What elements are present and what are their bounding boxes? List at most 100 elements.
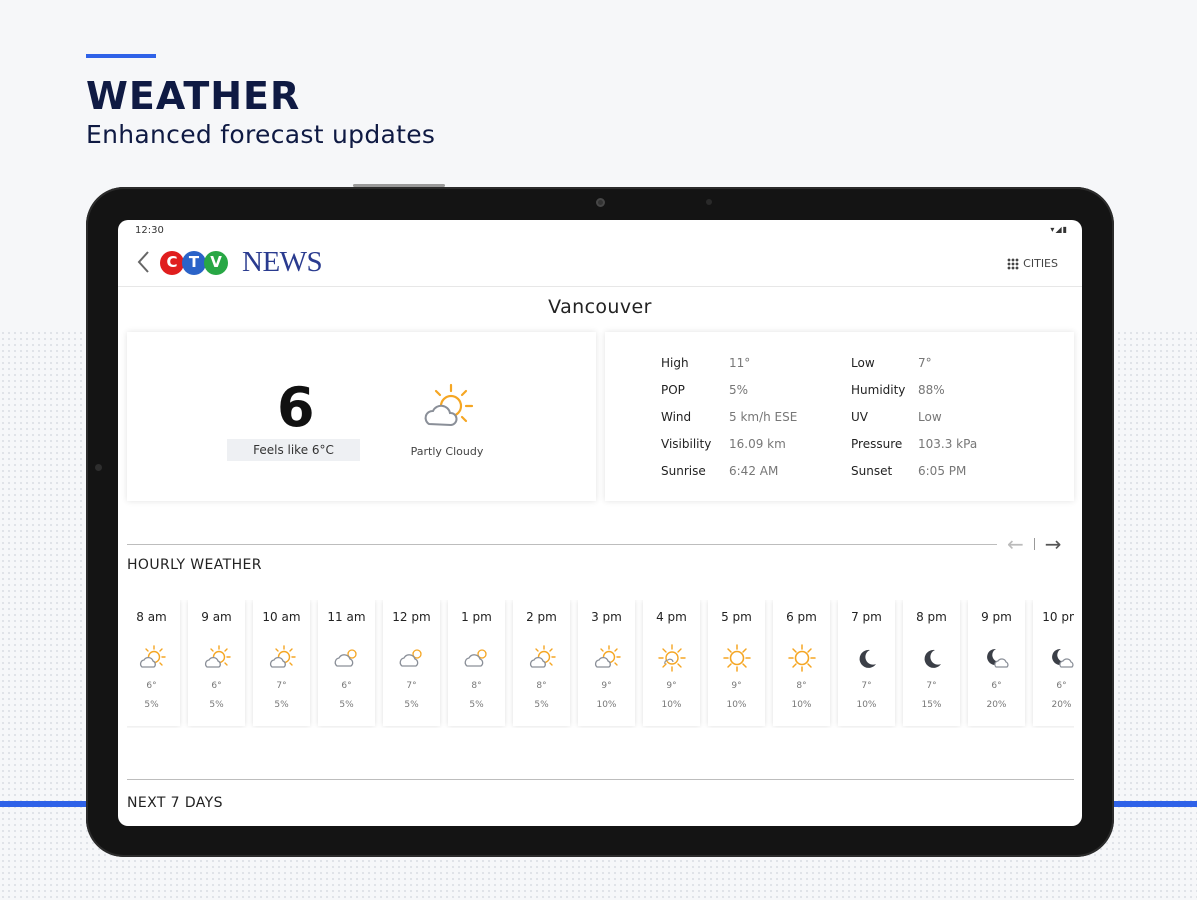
city-name: Vancouver (548, 296, 652, 318)
hourly-time: 10 am (262, 610, 301, 624)
pager-separator (1033, 538, 1035, 550)
hourly-card[interactable]: 2 pm 8° 5% (513, 600, 570, 726)
hourly-pop: 5% (469, 700, 484, 710)
hourly-card[interactable]: 10 am 7° 5% (253, 600, 310, 726)
detail-label: Wind (661, 410, 692, 424)
detail-value: 11° (729, 356, 751, 370)
detail-label: Pressure (851, 437, 903, 451)
hourly-card[interactable]: 6 pm 8° 10% (773, 600, 830, 726)
hourly-card[interactable]: 3 pm 9° 10% (578, 600, 635, 726)
details-card: High 11° Low 7° POP 5% Humidity 88% Wind… (605, 332, 1074, 501)
hourly-pop: 10% (726, 700, 747, 710)
hourly-pager: ← → (1007, 532, 1062, 556)
hourly-time: 10 pm (1042, 610, 1074, 624)
moon-cloud-icon (1048, 644, 1074, 672)
hourly-card[interactable]: 10 pm 6° 20% (1033, 600, 1074, 726)
status-icons: ▾◢▮ (1050, 225, 1068, 234)
partly-cloudy-sun-icon (203, 644, 231, 672)
hourly-temp: 6° (211, 681, 222, 691)
hourly-card[interactable]: 7 pm 7° 10% (838, 600, 895, 726)
cities-label: CITIES (1023, 257, 1058, 270)
current-conditions-card: 6 Feels like 6°C Partly Cloudy (127, 332, 596, 501)
detail-label: POP (661, 383, 685, 397)
hourly-list[interactable]: 8 am 6° 5% 9 am 6° 5% 10 am 7° 5% 11 am 6° 5% 12 pm 7… (127, 600, 1074, 728)
detail-value: 7° (918, 356, 932, 370)
hourly-temp: 8° (536, 681, 547, 691)
accent-line-right (1110, 801, 1197, 807)
detail-value: 16.09 km (729, 437, 786, 451)
promo-title: WEATHER (86, 74, 301, 118)
hourly-card[interactable]: 9 am 6° 5% (188, 600, 245, 726)
hourly-time: 6 pm (786, 610, 817, 624)
cities-button[interactable]: CITIES (1007, 257, 1058, 270)
hourly-pop: 10% (596, 700, 617, 710)
hourly-temp: 6° (991, 681, 1002, 691)
hourly-time: 8 am (136, 610, 167, 624)
logo-v-circle: V (204, 251, 228, 275)
hourly-temp: 9° (666, 681, 677, 691)
logo-c-circle: C (160, 251, 184, 275)
hourly-time: 1 pm (461, 610, 492, 624)
back-button[interactable] (136, 250, 150, 279)
app-screen: 12:30 ▾◢▮ C T V NEWS CITIES Vancouver 6 … (118, 220, 1082, 826)
hourly-card[interactable]: 4 pm 9° 10% (643, 600, 700, 726)
hourly-card[interactable]: 8 pm 7° 15% (903, 600, 960, 726)
ctv-news-logo[interactable]: C T V (160, 250, 228, 276)
condition-label: Partly Cloudy (410, 445, 484, 458)
chevron-left-icon (137, 251, 149, 273)
tablet-camera (596, 198, 605, 207)
hourly-temp: 6° (1056, 681, 1067, 691)
details-grid: High 11° Low 7° POP 5% Humidity 88% Wind… (661, 354, 1038, 480)
promo-accent-bar (86, 54, 156, 58)
moon-cloud-icon (983, 644, 1011, 672)
partly-cloudy-sun-icon (528, 644, 556, 672)
partly-cloudy-sun-icon (593, 644, 621, 672)
tablet-sensor (706, 199, 712, 205)
logo-news-text: NEWS (242, 246, 323, 278)
hourly-time: 5 pm (721, 610, 752, 624)
promo-subtitle: Enhanced forecast updates (86, 120, 436, 149)
detail-value: Low (918, 410, 942, 424)
hourly-card[interactable]: 12 pm 7° 5% (383, 600, 440, 726)
detail-label: Sunset (851, 464, 893, 478)
cloud-sun-icon (398, 644, 426, 672)
detail-label: Visibility (661, 437, 712, 451)
next-7-days-title: NEXT 7 DAYS (127, 795, 223, 811)
hourly-temp: 7° (276, 681, 287, 691)
hourly-card[interactable]: 11 am 6° 5% (318, 600, 375, 726)
moon-icon (918, 644, 946, 672)
next-days-divider (127, 779, 1074, 780)
tablet-side-sensor (95, 464, 102, 471)
detail-value: 6:42 AM (729, 464, 779, 478)
hourly-card[interactable]: 8 am 6° 5% (127, 600, 180, 726)
hourly-pop: 20% (986, 700, 1007, 710)
arrow-right-icon[interactable]: → (1045, 532, 1062, 556)
detail-value: 6:05 PM (918, 464, 967, 478)
detail-label: High (661, 356, 689, 370)
hourly-time: 8 pm (916, 610, 947, 624)
mostly-sunny-icon (658, 644, 686, 672)
hourly-card[interactable]: 5 pm 9° 10% (708, 600, 765, 726)
hourly-temp: 8° (471, 681, 482, 691)
hourly-pop: 5% (534, 700, 549, 710)
hourly-pop: 5% (339, 700, 354, 710)
hourly-pop: 5% (274, 700, 289, 710)
cloud-sun-icon (333, 644, 361, 672)
hourly-time: 9 pm (981, 610, 1012, 624)
hourly-card[interactable]: 1 pm 8° 5% (448, 600, 505, 726)
feels-like-badge: Feels like 6°C (227, 439, 360, 461)
hourly-weather-title: HOURLY WEATHER (127, 557, 262, 573)
hourly-divider (127, 544, 997, 545)
hourly-pop: 20% (1051, 700, 1072, 710)
hourly-card[interactable]: 9 pm 6° 20% (968, 600, 1025, 726)
hourly-time: 11 am (327, 610, 366, 624)
sun-icon (723, 644, 751, 672)
sun-icon (788, 644, 816, 672)
detail-value: 5% (729, 383, 749, 397)
detail-label: Humidity (851, 383, 906, 397)
accent-line-left (0, 801, 100, 807)
status-time: 12:30 (135, 225, 164, 236)
hourly-temp: 6° (146, 681, 157, 691)
arrow-left-icon[interactable]: ← (1007, 532, 1024, 556)
hourly-pop: 5% (404, 700, 419, 710)
